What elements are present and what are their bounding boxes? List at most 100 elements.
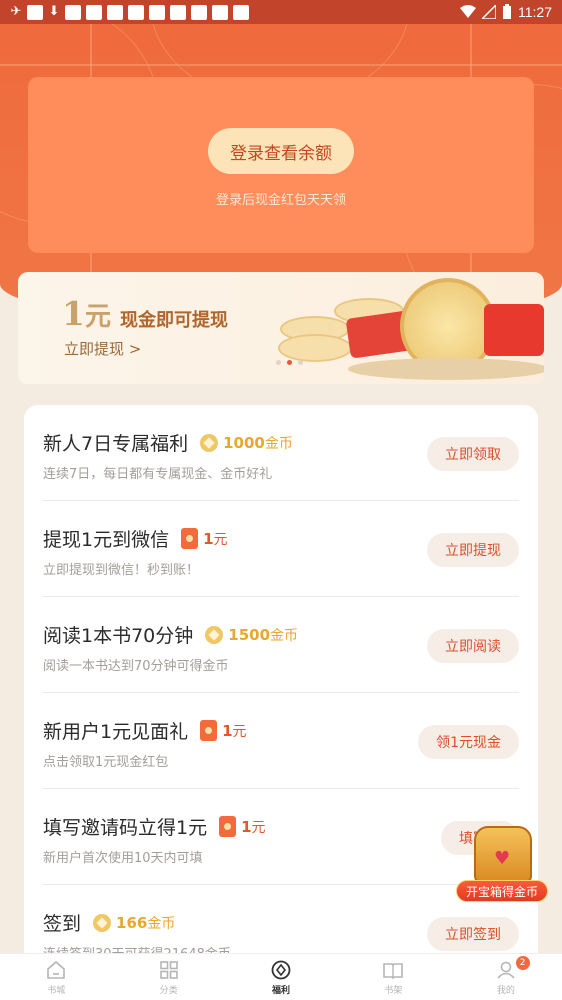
welfare-icon — [271, 960, 291, 979]
task-title-row: 提现1元到微信 1元 — [43, 525, 228, 552]
coin-stack-image — [278, 334, 352, 362]
reward-unit: 金币 — [270, 627, 299, 644]
reward-unit: 金币 — [264, 435, 293, 452]
notification-icon — [86, 4, 102, 20]
tab-label: 书架 — [384, 985, 403, 996]
task-title-row: 填写邀请码立得1元 1元 — [43, 813, 266, 840]
notification-icon — [170, 4, 186, 20]
reward-unit: 金币 — [147, 915, 176, 932]
pager-dot — [276, 360, 281, 365]
red-envelope-image — [484, 304, 544, 356]
treasure-chest-button[interactable]: ♥ 开宝箱得金币 — [456, 822, 548, 906]
task-title: 提现1元到微信 — [43, 529, 170, 551]
task-item: 提现1元到微信 1元 立即提现到微信！秒到账！ 立即提现 — [24, 501, 538, 597]
task-desc: 阅读一本书达到70分钟可得金币 — [43, 659, 229, 674]
status-bar: ✈ ⬇ 11:27 — [0, 0, 562, 24]
task-action-button[interactable]: 立即领取 — [427, 437, 519, 471]
task-reward: 1500金币 — [205, 625, 298, 645]
tab-bookstore[interactable]: 书城 — [0, 954, 112, 1000]
heart-icon: ♥ — [494, 848, 511, 869]
tab-label: 书城 — [47, 985, 66, 996]
tab-label: 分类 — [159, 985, 178, 996]
task-title: 签到 — [43, 913, 82, 935]
task-title-row: 新用户1元见面礼 1元 — [43, 717, 247, 744]
tab-welfare[interactable]: 福利 — [225, 954, 337, 1000]
home-icon — [47, 960, 66, 979]
tab-label: 福利 — [272, 985, 291, 996]
bottom-tab-bar: 书城 分类 福利 书架 我的 2 — [0, 953, 562, 1000]
pager-dot-active — [287, 360, 292, 365]
banner-amount-unit: 元 — [84, 302, 111, 332]
task-item: 新用户1元见面礼 1元 点击领取1元现金红包 领1元现金 — [24, 693, 538, 789]
signal-icon — [482, 5, 496, 19]
reward-value: 1 — [222, 721, 233, 740]
notification-badge: 2 — [515, 956, 530, 970]
task-reward: 1元 — [219, 816, 266, 837]
notification-icon — [233, 4, 249, 20]
withdraw-banner[interactable]: 1元 现金即可提现 立即提现 > — [18, 272, 544, 384]
header-subtitle: 登录后现金红包天天领 — [215, 193, 346, 208]
clock: 11:27 — [518, 4, 552, 20]
tab-profile[interactable]: 我的 2 — [450, 954, 562, 1000]
cash-icon — [219, 816, 237, 837]
notification-icon — [191, 4, 207, 20]
reward-unit: 元 — [251, 819, 266, 836]
tab-label: 我的 — [496, 985, 515, 996]
task-item: 阅读1本书70分钟 1500金币 阅读一本书达到70分钟可得金币 立即阅读 — [24, 597, 538, 693]
task-desc: 点击领取1元现金红包 — [43, 755, 169, 770]
task-action-button[interactable]: 立即签到 — [427, 917, 519, 951]
notification-icon — [27, 4, 43, 20]
grid-icon — [159, 960, 178, 979]
notification-icon — [212, 4, 228, 20]
task-title-row: 阅读1本书70分钟 1500金币 — [43, 621, 298, 648]
task-title-row: 新人7日专属福利 1000金币 — [43, 429, 293, 456]
task-title: 新人7日专属福利 — [43, 433, 189, 455]
task-reward: 1000金币 — [200, 433, 293, 453]
reward-value: 1 — [241, 817, 252, 836]
banner-amount-number: 1 — [62, 294, 85, 333]
notification-icon: ✈ — [10, 4, 22, 19]
task-title: 填写邀请码立得1元 — [43, 817, 208, 839]
tab-category[interactable]: 分类 — [112, 954, 224, 1000]
cash-icon — [181, 528, 199, 549]
reward-value: 1000 — [223, 433, 265, 452]
banner-withdraw-link[interactable]: 立即提现 > — [64, 338, 141, 359]
banner-title: 现金即可提现 — [120, 310, 228, 331]
reward-value: 1500 — [228, 625, 271, 644]
login-balance-button[interactable]: 登录查看余额 — [208, 128, 354, 174]
task-reward: 166金币 — [93, 913, 175, 933]
task-title-row: 签到 166金币 — [43, 909, 175, 936]
task-action-button[interactable]: 立即阅读 — [427, 629, 519, 663]
task-action-button[interactable]: 领1元现金 — [418, 725, 519, 759]
calendar-icon — [128, 4, 144, 20]
cash-icon — [200, 720, 218, 741]
reward-unit: 元 — [232, 723, 247, 740]
battery-icon — [503, 4, 511, 19]
banner-pager — [276, 360, 303, 365]
tab-bookshelf[interactable]: 书架 — [337, 954, 449, 1000]
task-desc: 立即提现到微信！秒到账！ — [43, 563, 200, 578]
book-icon — [383, 962, 404, 979]
notification-icon — [149, 4, 165, 20]
task-title: 阅读1本书70分钟 — [43, 625, 194, 647]
coin-icon — [205, 625, 224, 644]
user-icon — [497, 961, 515, 979]
reward-value: 1 — [203, 529, 214, 548]
status-right: 11:27 — [460, 4, 552, 20]
coin-icon — [93, 913, 112, 932]
task-desc: 连续7日，每日都有专属现金、金币好礼 — [43, 467, 273, 482]
task-reward: 1元 — [181, 528, 228, 549]
task-desc: 新用户首次使用10天内可填 — [43, 851, 203, 866]
pager-dot — [298, 360, 303, 365]
coin-icon — [200, 433, 219, 452]
wifi-icon — [460, 5, 476, 18]
reward-value: 166 — [116, 913, 148, 932]
reward-unit: 元 — [213, 531, 228, 548]
calendar-icon — [107, 4, 123, 20]
coin-plate-image — [348, 358, 544, 380]
notification-icon — [65, 4, 81, 20]
task-item: 新人7日专属福利 1000金币 连续7日，每日都有专属现金、金币好礼 立即领取 — [24, 405, 538, 501]
banner-amount: 1元 — [62, 294, 111, 333]
task-action-button[interactable]: 立即提现 — [427, 533, 519, 567]
download-icon: ⬇ — [48, 4, 60, 19]
